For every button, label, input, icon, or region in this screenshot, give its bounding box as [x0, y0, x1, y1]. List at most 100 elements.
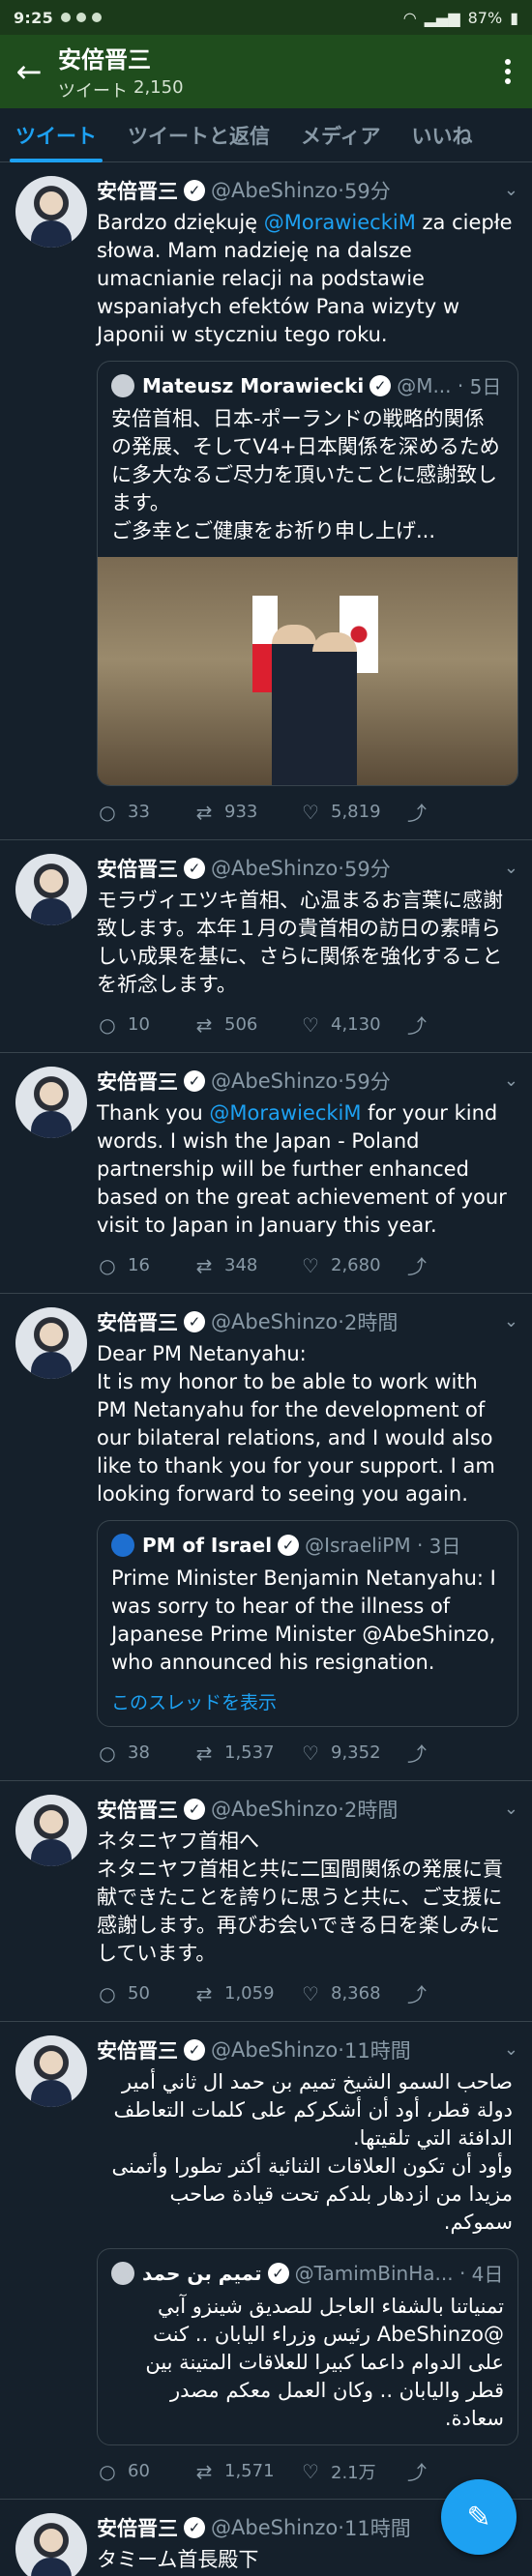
retweet-button[interactable]: ⇄ 1,571	[193, 2460, 300, 2483]
retweet-icon: ⇄	[195, 1253, 213, 1277]
retweet-icon: ⇄	[195, 1012, 213, 1037]
tweet-actions: ○ 60 ⇄ 1,571 ♡ 2.1万 ⤴	[97, 2457, 518, 2485]
share-icon: ⤴	[407, 1742, 427, 1766]
like-button[interactable]: ♡ 2.1万	[300, 2459, 406, 2484]
tweet[interactable]: ⌄ 安倍晋三 ✓ @AbeShinzo · 2時間 Dear PM Netany…	[0, 1294, 532, 1781]
tweet-time: 59分	[343, 180, 391, 203]
retweet-button[interactable]: ⇄ 1,059	[193, 1982, 300, 2005]
tweet[interactable]: ⌄ 安倍晋三 ✓ @AbeShinzo · 59分 Thank you @Mor…	[0, 1053, 532, 1294]
reply-icon: ○	[99, 1741, 116, 1765]
avatar[interactable]	[15, 2035, 87, 2107]
retweet-button[interactable]: ⇄ 1,537	[193, 1742, 300, 1765]
tweet-author-handle: @AbeShinzo	[211, 179, 339, 202]
avatar[interactable]	[15, 1795, 87, 1866]
tab-tweets-and-replies[interactable]: ツイートと返信	[112, 108, 285, 162]
tab-media[interactable]: メディア	[285, 108, 397, 162]
tweet-author-name: 安倍晋三	[97, 2039, 178, 2063]
mention-link[interactable]: @MorawieckiM	[209, 1101, 361, 1125]
quoted-tweet[interactable]: PM of Israel ✓ @IsraeliPM · 3日 Prime Min…	[97, 1520, 518, 1727]
like-button[interactable]: ♡ 4,130	[300, 1013, 406, 1037]
verified-icon: ✓	[369, 374, 392, 396]
retweet-button[interactable]: ⇄ 933	[193, 801, 300, 824]
reply-button[interactable]: ○ 33	[97, 801, 193, 824]
avatar[interactable]	[15, 1307, 87, 1379]
compose-tweet-button[interactable]: ✎	[441, 2479, 517, 2555]
like-button[interactable]: ♡ 9,352	[300, 1742, 406, 1765]
tweet-header: 安倍晋三 ✓ @AbeShinzo · 2時間	[97, 1307, 518, 1336]
tweet-actions: ○ 38 ⇄ 1,537 ♡ 9,352 ⤴	[97, 1739, 518, 1767]
quoted-text: 安倍首相、日本-ポーランドの戦略的関係の発展、そしてV4+日本関係を深めるために…	[111, 407, 500, 542]
show-thread-link[interactable]: このスレッドを表示	[98, 1688, 517, 1726]
tweet-author-name: 安倍晋三	[97, 2517, 178, 2540]
avatar[interactable]	[15, 2513, 87, 2576]
heart-icon: ♡	[302, 1012, 319, 1037]
overflow-menu-icon[interactable]	[484, 59, 532, 84]
tweet-header: 安倍晋三 ✓ @AbeShinzo · 11時間	[97, 2035, 518, 2064]
quoted-author-name: PM of Israel	[142, 1533, 273, 1557]
reply-icon: ○	[99, 800, 116, 824]
tweet-time: 2時間	[343, 1311, 399, 1334]
chevron-down-icon[interactable]: ⌄	[504, 2039, 518, 2060]
chevron-down-icon[interactable]: ⌄	[504, 180, 518, 200]
share-button[interactable]: ⤴	[406, 1251, 503, 1279]
mention-link[interactable]: @MorawieckiM	[264, 211, 416, 234]
chevron-down-icon[interactable]: ⌄	[504, 1070, 518, 1091]
tweet[interactable]: ⌄ 安倍晋三 ✓ @AbeShinzo · 59分 Bardzo dziękuj…	[0, 162, 532, 840]
battery-level: 87%	[467, 8, 503, 27]
app-bar: ← 安倍晋三 ツイート 2,150	[0, 35, 532, 108]
tweet-author-name: 安倍晋三	[97, 858, 178, 881]
verified-icon: ✓	[184, 1311, 205, 1332]
avatar[interactable]	[15, 1067, 87, 1138]
like-button[interactable]: ♡ 2,680	[300, 1254, 406, 1277]
heart-icon: ♡	[302, 1253, 319, 1277]
tweet-actions: ○ 10 ⇄ 506 ♡ 4,130 ⤴	[97, 1010, 518, 1039]
share-button[interactable]: ⤴	[406, 798, 503, 826]
reply-button[interactable]: ○ 38	[97, 1742, 193, 1765]
quoted-tweet[interactable]: تميم بن حمد ✓ @TamimBinHa... · 4日 تمنيات…	[97, 2248, 518, 2445]
tweet[interactable]: ⌄ 安倍晋三 ✓ @AbeShinzo · 59分 モラヴィエツキ首相、心温まる…	[0, 840, 532, 1053]
tweet[interactable]: ⌄ 安倍晋三 ✓ @AbeShinzo · 11時間 صاحب السمو ال…	[0, 2022, 532, 2500]
quoted-tweet-header: Mateusz Morawiecki ✓ @M... · 5日	[98, 362, 517, 399]
quoted-author-name: Mateusz Morawiecki	[142, 373, 365, 397]
tweet-text: モラヴィエツキ首相、心温まるお言葉に感謝致します。本年１月の貴首相の訪日の素晴ら…	[97, 889, 503, 996]
reply-button[interactable]: ○ 10	[97, 1013, 193, 1037]
wifi-icon: ◠	[402, 8, 417, 27]
notification-icon	[76, 13, 86, 22]
verified-icon: ✓	[184, 2039, 205, 2061]
share-button[interactable]: ⤴	[406, 1010, 503, 1039]
retweet-button[interactable]: ⇄ 348	[193, 1254, 300, 1277]
heart-icon: ♡	[302, 800, 319, 824]
retweet-button[interactable]: ⇄ 506	[193, 1013, 300, 1037]
quoted-time: 3日	[429, 1535, 461, 1558]
compose-feather-icon: ✎	[466, 2500, 491, 2534]
chevron-down-icon[interactable]: ⌄	[504, 1311, 518, 1332]
chevron-down-icon[interactable]: ⌄	[504, 1799, 518, 1819]
like-button[interactable]: ♡ 8,368	[300, 1982, 406, 2005]
chevron-down-icon[interactable]: ⌄	[504, 858, 518, 878]
reply-button[interactable]: ○ 16	[97, 1254, 193, 1277]
status-bar: 9:25 ◠ ▂▄▆ 87% ▮	[0, 0, 532, 35]
signal-icon: ▂▄▆	[424, 8, 460, 27]
quoted-tweet-header: تميم بن حمد ✓ @TamimBinHa... · 4日	[98, 2249, 517, 2287]
avatar[interactable]	[15, 176, 87, 248]
tab-likes[interactable]: いいね	[397, 108, 488, 162]
quoted-author-handle: @M...	[397, 373, 452, 397]
back-arrow-icon[interactable]: ←	[0, 35, 58, 108]
quoted-photo[interactable]	[98, 557, 517, 785]
avatar[interactable]	[15, 854, 87, 925]
tweet[interactable]: ⌄ 安倍晋三 ✓ @AbeShinzo · 2時間 ネタニヤフ首相へ ネタニヤフ…	[0, 1781, 532, 2022]
tweet-actions: ○ 33 ⇄ 933 ♡ 5,819 ⤴	[97, 798, 518, 826]
quoted-text: Prime Minister Benjamin Netanyahu: I was…	[111, 1566, 503, 1674]
tweet-actions: ○ 16 ⇄ 348 ♡ 2,680 ⤴	[97, 1251, 518, 1279]
retweet-icon: ⇄	[195, 1741, 213, 1765]
share-button[interactable]: ⤴	[406, 1739, 503, 1767]
reply-button[interactable]: ○ 60	[97, 2460, 193, 2483]
notification-icon	[61, 13, 71, 22]
reply-button[interactable]: ○ 50	[97, 1982, 193, 2005]
tweet-header: 安倍晋三 ✓ @AbeShinzo · 2時間	[97, 1795, 518, 1824]
share-button[interactable]: ⤴	[406, 1979, 503, 2007]
quoted-tweet[interactable]: Mateusz Morawiecki ✓ @M... · 5日 安倍首相、日本-…	[97, 361, 518, 786]
tab-tweets[interactable]: ツイート	[0, 108, 112, 162]
retweet-icon: ⇄	[195, 800, 213, 824]
like-button[interactable]: ♡ 5,819	[300, 801, 406, 824]
